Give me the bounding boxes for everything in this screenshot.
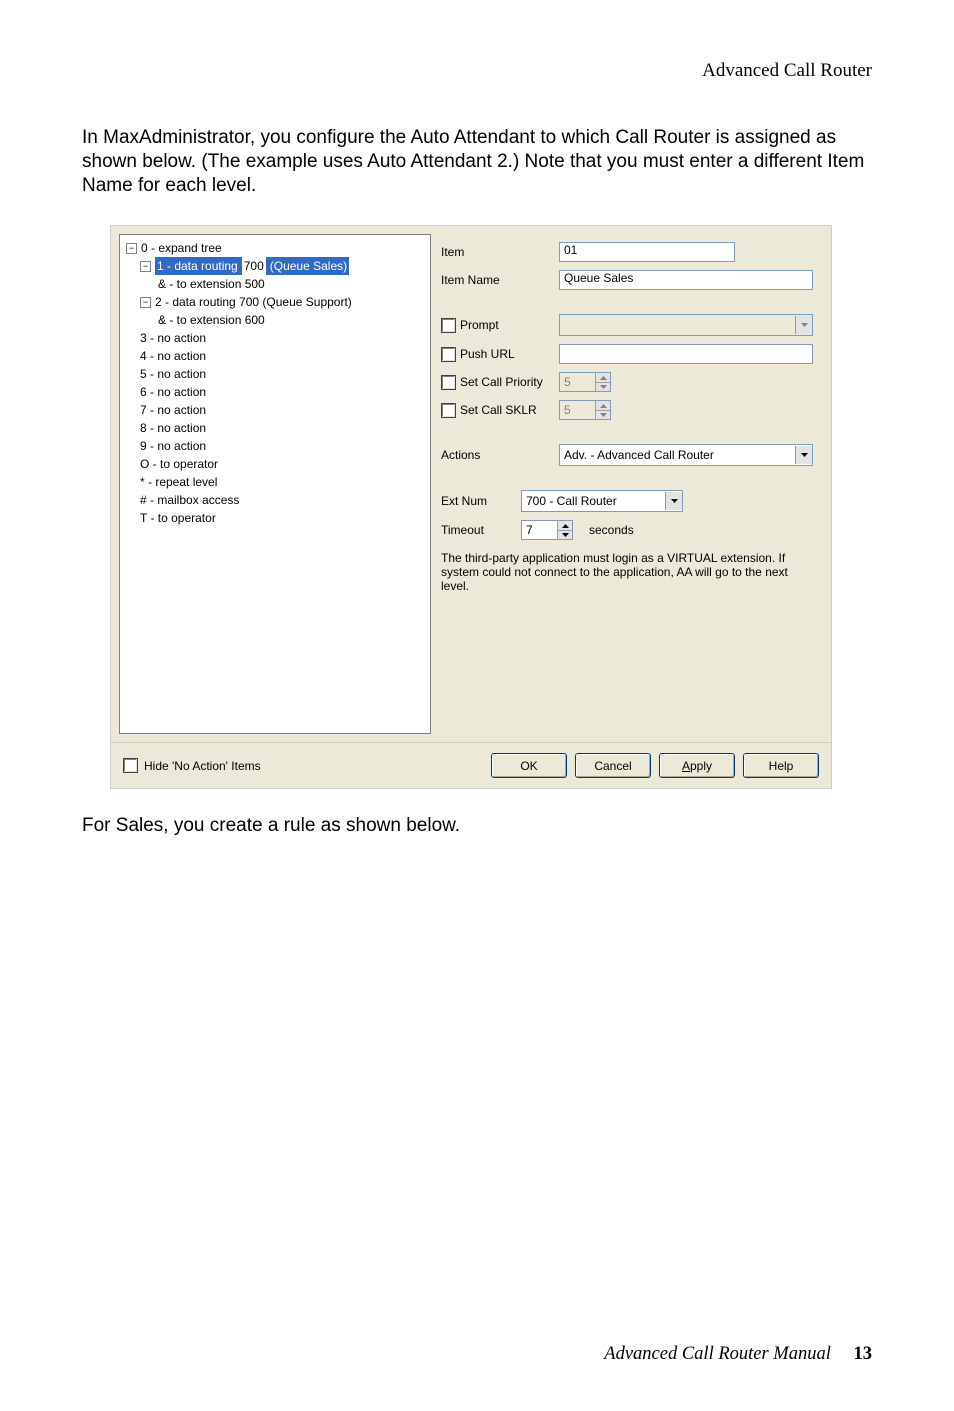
tree-node-3[interactable]: 3 - no action (122, 329, 428, 347)
spinner-down-icon (595, 383, 610, 392)
item-label: Item (441, 245, 559, 259)
help-text: The third-party application must login a… (441, 552, 813, 593)
set-call-priority-label: Set Call Priority (460, 375, 543, 389)
collapse-icon[interactable]: − (140, 297, 151, 308)
spinner-up-icon[interactable] (557, 521, 572, 531)
spinner-down-icon[interactable] (557, 531, 572, 540)
chevron-down-icon[interactable] (795, 446, 812, 464)
set-call-sklr-checkbox[interactable] (441, 403, 456, 418)
page-header: Advanced Call Router (82, 60, 872, 82)
prompt-label: Prompt (460, 318, 499, 332)
tree-node-t[interactable]: T - to operator (122, 509, 428, 527)
help-button[interactable]: Help (743, 753, 819, 778)
call-sklr-spinner: 5 (559, 400, 611, 420)
cancel-button[interactable]: Cancel (575, 753, 651, 778)
prompt-combo (559, 314, 813, 336)
tree-node-6[interactable]: 6 - no action (122, 383, 428, 401)
chevron-down-icon (795, 316, 812, 334)
tree-node-0[interactable]: − 0 - expand tree (122, 239, 428, 257)
push-url-checkbox[interactable] (441, 347, 456, 362)
tree-node-1-child[interactable]: & - to extension 500 (122, 275, 428, 293)
apply-button[interactable]: Apply (659, 753, 735, 778)
set-call-sklr-label: Set Call SKLR (460, 403, 537, 417)
auto-attendant-dialog: − 0 - expand tree − 1 - data routing 700… (110, 225, 832, 789)
spinner-up-icon (595, 373, 610, 383)
item-name-field[interactable]: Queue Sales (559, 270, 813, 290)
page-footer: Advanced Call Router Manual 13 (604, 1344, 872, 1365)
tree-node-4[interactable]: 4 - no action (122, 347, 428, 365)
tree-node-8[interactable]: 8 - no action (122, 419, 428, 437)
ok-button[interactable]: OK (491, 753, 567, 778)
post-paragraph: For Sales, you create a rule as shown be… (82, 815, 872, 837)
tree-node-7[interactable]: 7 - no action (122, 401, 428, 419)
push-url-field[interactable] (559, 344, 813, 364)
tree-node-2-child[interactable]: & - to extension 600 (122, 311, 428, 329)
spinner-down-icon (595, 411, 610, 420)
tree-node-9[interactable]: 9 - no action (122, 437, 428, 455)
actions-label: Actions (441, 448, 559, 462)
menu-tree[interactable]: − 0 - expand tree − 1 - data routing 700… (119, 234, 431, 734)
seconds-label: seconds (589, 523, 634, 537)
tree-selected-item[interactable]: 1 - data routing 700 (Queue Sales) (155, 257, 349, 275)
tree-node-repeat[interactable]: * - repeat level (122, 473, 428, 491)
call-priority-spinner: 5 (559, 372, 611, 392)
intro-paragraph: In MaxAdministrator, you configure the A… (82, 126, 872, 197)
timeout-label: Timeout (441, 523, 521, 537)
collapse-icon[interactable]: − (140, 261, 151, 272)
ext-num-combo[interactable]: 700 - Call Router (521, 490, 683, 512)
item-field: 01 (559, 242, 735, 262)
prompt-checkbox[interactable] (441, 318, 456, 333)
hide-no-action-label: Hide 'No Action' Items (144, 759, 261, 773)
tree-node-2[interactable]: − 2 - data routing 700 (Queue Support) (122, 293, 428, 311)
item-form: Item 01 Item Name Queue Sales Prompt (431, 234, 823, 734)
tree-node-5[interactable]: 5 - no action (122, 365, 428, 383)
ext-num-label: Ext Num (441, 494, 521, 508)
hide-no-action-checkbox[interactable] (123, 758, 138, 773)
tree-node-mailbox[interactable]: # - mailbox access (122, 491, 428, 509)
tree-node-operator[interactable]: O - to operator (122, 455, 428, 473)
push-url-label: Push URL (460, 347, 515, 361)
set-call-priority-checkbox[interactable] (441, 375, 456, 390)
timeout-spinner[interactable]: 7 (521, 520, 573, 540)
actions-combo[interactable]: Adv. - Advanced Call Router (559, 444, 813, 466)
collapse-icon[interactable]: − (126, 243, 137, 254)
chevron-down-icon[interactable] (665, 492, 682, 510)
tree-node-1[interactable]: − 1 - data routing 700 (Queue Sales) (122, 257, 428, 275)
spinner-up-icon (595, 401, 610, 411)
item-name-label: Item Name (441, 273, 559, 287)
